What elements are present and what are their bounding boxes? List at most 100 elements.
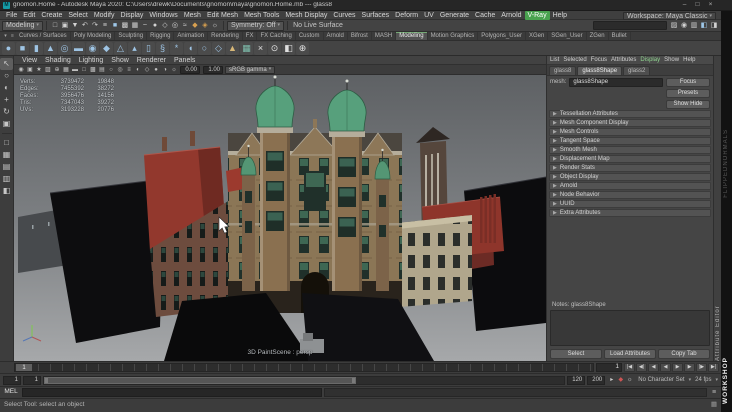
select-by-hierarchy-icon[interactable]: ≡ — [100, 21, 110, 31]
footer-button[interactable]: Copy Tab — [658, 349, 710, 359]
shelf-extrude-icon[interactable]: ⊕ — [296, 41, 309, 55]
move-tool-icon[interactable]: + — [0, 94, 13, 106]
attribute-editor-tab[interactable]: glass2 — [623, 66, 651, 75]
open-scene-icon[interactable]: ▣ — [60, 21, 70, 31]
menu-item[interactable]: Mesh Tools — [241, 11, 282, 20]
viewport-menu-item[interactable]: Shading — [42, 57, 74, 64]
menu-item[interactable]: Surfaces — [359, 11, 393, 20]
shelf-bevel-icon[interactable]: ◧ — [282, 41, 295, 55]
attribute-editor-menu-item[interactable]: Display — [640, 57, 660, 63]
attribute-section-header[interactable]: ▶ Arnold — [549, 182, 711, 190]
attribute-editor-menu-item[interactable]: Show — [664, 57, 679, 63]
current-time-marker[interactable]: 1 — [16, 364, 32, 371]
select-by-component-icon[interactable]: ▩ — [120, 21, 130, 31]
render-settings-icon[interactable]: ☼ — [210, 21, 220, 31]
shelf-tab[interactable]: Custom — [296, 32, 324, 40]
shelf-quad-draw-icon[interactable]: ▦ — [240, 41, 253, 55]
viewport-menu-item[interactable]: Show — [108, 57, 132, 64]
exposure-field[interactable]: 0.00 — [180, 65, 200, 74]
animation-preferences-icon[interactable]: ☼ — [625, 376, 634, 385]
script-editor-icon[interactable]: ≡ — [709, 389, 719, 396]
shelf-tab[interactable]: Bullet — [609, 32, 631, 40]
playback-start-field[interactable]: 1 — [23, 375, 41, 385]
menu-item[interactable]: Deform — [392, 11, 421, 20]
attribute-section-header[interactable]: ▶ Tessellation Attributes — [549, 110, 711, 118]
view-transform-dropdown[interactable]: sRGB gamma ▾ — [225, 65, 276, 74]
shelf-super-ellipse-icon[interactable]: ○ — [198, 41, 211, 55]
menu-item[interactable]: Create — [38, 11, 65, 20]
undo-icon[interactable]: ↶ — [80, 21, 90, 31]
attribute-section-header[interactable]: ▶ Object Display — [549, 173, 711, 181]
shelf-poly-pyramid-icon[interactable]: △ — [114, 41, 127, 55]
hypershade-toggle-icon[interactable]: ◉ — [679, 21, 689, 31]
gate-mask-icon[interactable]: ▩ — [89, 66, 97, 74]
shelf-poly-cube-icon[interactable]: ■ — [16, 41, 29, 55]
snap-to-plane-icon[interactable]: ◇ — [160, 21, 170, 31]
shelf-poly-pipe-icon[interactable]: ▯ — [142, 41, 155, 55]
attribute-editor-toggle-icon[interactable]: ◧ — [699, 21, 709, 31]
two-d-pan-zoom-icon[interactable]: ⊕ — [53, 66, 61, 74]
select-by-object-icon[interactable]: ■ — [110, 21, 120, 31]
viewport-menu-item[interactable]: Renderer — [134, 57, 169, 64]
footer-button[interactable]: Load Attributes — [604, 349, 656, 359]
attribute-editor-tab[interactable]: glass8Shape — [577, 66, 623, 75]
attribute-editor-menu-item[interactable]: Selected — [563, 57, 586, 63]
menu-item[interactable]: V-Ray — [524, 10, 550, 20]
shelf-poly-plane-icon[interactable]: ▬ — [72, 41, 85, 55]
shelf-poly-helix-icon[interactable]: § — [156, 41, 169, 55]
grid-toggle-icon[interactable]: ▦ — [62, 66, 70, 74]
film-gate-icon[interactable]: ▬ — [71, 66, 79, 74]
attribute-editor-vertical-tab[interactable]: Attribute Editor — [715, 126, 721, 361]
menu-item[interactable]: Select — [65, 11, 90, 20]
shelf-poly-gear-icon[interactable]: * — [170, 41, 183, 55]
redo-icon[interactable]: ↷ — [90, 21, 100, 31]
range-slider-bar[interactable] — [44, 376, 357, 384]
shelf-sculpt-tool-icon[interactable]: ▲ — [226, 41, 239, 55]
shelf-tab[interactable]: Polygons_User — [478, 32, 526, 40]
shelf-tab[interactable]: Poly Modeling — [71, 32, 116, 40]
rotate-tool-icon[interactable]: ↻ — [0, 106, 13, 118]
step-forward-frame-button[interactable]: |▶ — [696, 363, 707, 372]
shelf-ultra-shape-icon[interactable]: ◇ — [212, 41, 225, 55]
menu-item[interactable]: Edit — [20, 11, 38, 20]
lock-camera-icon[interactable]: ◉ — [17, 66, 25, 74]
symmetry-dropdown[interactable]: Symmetry: Off ▾ — [226, 20, 285, 31]
shelf-tab[interactable]: FX Caching — [257, 32, 296, 40]
channel-box-toggle-icon[interactable]: ▥ — [689, 21, 699, 31]
attribute-section-header[interactable]: ▶ Node Behavior — [549, 191, 711, 199]
viewport-menu-item[interactable]: Panels — [171, 57, 198, 64]
gamma-field[interactable]: 1.00 — [203, 65, 223, 74]
command-input[interactable] — [22, 388, 322, 397]
camera-attributes-icon[interactable]: ▣ — [26, 66, 34, 74]
construction-history-icon[interactable]: ≈ — [180, 21, 190, 31]
shelf-poly-disc-icon[interactable]: ◉ — [86, 41, 99, 55]
resolution-gate-icon[interactable]: □ — [80, 66, 88, 74]
attribute-section-header[interactable]: ▶ Render Stats — [549, 164, 711, 172]
menu-item[interactable]: File — [3, 11, 20, 20]
safe-title-icon[interactable]: ◎ — [116, 66, 124, 74]
attribute-section-header[interactable]: ▶ Tangent Space — [549, 137, 711, 145]
snap-to-curve-icon[interactable]: ~ — [140, 21, 150, 31]
wireframe-icon[interactable]: ◇ — [143, 66, 151, 74]
menu-item[interactable]: Windows — [146, 11, 180, 20]
ipr-render-icon[interactable]: ◈ — [200, 21, 210, 31]
animation-start-field[interactable]: 1 — [3, 375, 21, 385]
shelf-soccer-ball-icon[interactable]: ◖ — [184, 41, 197, 55]
selection-mode-dropdown[interactable]: Modeling ▾ — [2, 20, 43, 31]
make-live-icon[interactable]: ◎ — [170, 21, 180, 31]
safe-action-icon[interactable]: ○ — [107, 66, 115, 74]
minimize-button[interactable]: – — [678, 1, 691, 10]
outliner-persp-layout-icon[interactable]: ◧ — [0, 185, 13, 197]
shelf-tab[interactable]: Sculpting — [115, 32, 148, 40]
attribute-section-header[interactable]: ▶ Mesh Component Display — [549, 119, 711, 127]
attribute-editor-tab[interactable]: glass8 — [549, 66, 577, 75]
modeling-toolkit-toggle-icon[interactable]: ▨ — [669, 21, 679, 31]
menu-item[interactable]: Help — [550, 11, 570, 20]
animation-end-field[interactable]: 200 — [587, 375, 606, 385]
footer-button[interactable]: Select — [550, 349, 602, 359]
shelf-tab[interactable]: FX — [243, 32, 258, 40]
textured-icon[interactable]: ◑ — [161, 66, 169, 74]
menu-item[interactable]: Generate — [437, 11, 472, 20]
time-slider[interactable]: 1 — [14, 363, 594, 372]
playback-speed-icon[interactable]: ▸ — [607, 376, 616, 385]
